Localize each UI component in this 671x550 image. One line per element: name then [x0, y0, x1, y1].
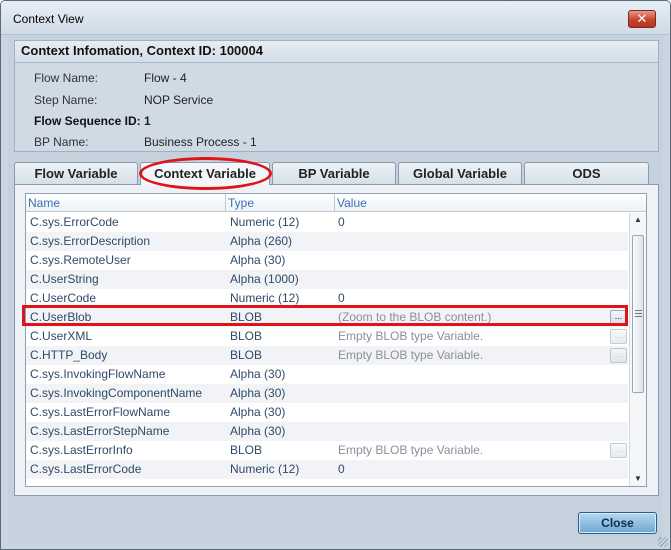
variable-tabs: Flow Variable Context Variable BP Variab…: [14, 162, 659, 185]
variable-value-cell: 0: [338, 215, 345, 229]
table-row[interactable]: C.UserXML BLOB Empty BLOB type Variable...…: [26, 327, 628, 346]
variable-type-cell: Alpha (30): [230, 367, 286, 381]
scrollbar-thumb[interactable]: [632, 235, 644, 393]
variable-value-cell: 0: [338, 462, 345, 476]
scroll-down-icon[interactable]: ▼: [630, 472, 646, 486]
variable-type-cell: Numeric (12): [230, 462, 300, 476]
variable-table: Name Type Value C.sys.ErrorCode Numeric (…: [25, 193, 647, 487]
variable-type-cell: BLOB: [230, 348, 263, 362]
tab-context-variable[interactable]: Context Variable: [140, 162, 270, 185]
variable-value-cell: 0: [338, 291, 345, 305]
tab-content-panel: Name Type Value C.sys.ErrorCode Numeric (…: [14, 184, 659, 496]
tab-bp-variable[interactable]: BP Variable: [272, 162, 396, 184]
column-header-type[interactable]: Type: [226, 194, 335, 212]
step-name-value: NOP Service: [144, 93, 214, 107]
variable-type-cell: BLOB: [230, 310, 263, 324]
variable-name-cell: C.sys.ErrorCode: [30, 215, 119, 229]
variable-name-cell: C.UserString: [30, 272, 99, 286]
variable-name-cell: C.UserXML: [30, 329, 93, 343]
tab-ods[interactable]: ODS: [524, 162, 649, 184]
context-view-window: Context View ✕ Context Infomation, Conte…: [0, 0, 671, 550]
variable-name-cell: C.sys.RemoteUser: [30, 253, 131, 267]
table-row[interactable]: C.sys.InvokingFlowName Alpha (30): [26, 365, 628, 384]
window-title: Context View: [13, 12, 84, 26]
variable-type-cell: Alpha (30): [230, 253, 286, 267]
variable-value-cell: Empty BLOB type Variable.: [338, 443, 484, 457]
flow-name-value: Flow - 4: [144, 71, 187, 85]
table-header: Name Type Value: [26, 194, 646, 212]
table-row[interactable]: C.HTTP_Body BLOB Empty BLOB type Variable.…: [26, 346, 628, 365]
variable-value-cell: (Zoom to the BLOB content.): [338, 310, 492, 324]
table-row[interactable]: C.UserBlob BLOB (Zoom to the BLOB content.…: [26, 308, 628, 327]
variable-name-cell: C.sys.LastErrorInfo: [30, 443, 133, 457]
context-info-panel: Context Infomation, Context ID: 100004 F…: [14, 40, 659, 152]
variable-name-cell: C.sys.LastErrorFlowName: [30, 405, 171, 419]
variable-type-cell: Alpha (30): [230, 386, 286, 400]
step-name-label: Step Name:: [34, 93, 98, 107]
variable-type-cell: Alpha (1000): [230, 272, 299, 286]
bp-name-label: BP Name:: [34, 135, 89, 149]
title-bar[interactable]: Context View ✕: [1, 1, 670, 35]
table-row[interactable]: C.sys.InvokingComponentName Alpha (30): [26, 384, 628, 403]
column-header-name[interactable]: Name: [26, 194, 226, 212]
variable-name-cell: C.sys.LastErrorCode: [30, 462, 142, 476]
table-rows: C.sys.ErrorCode Numeric (12) 0 C.sys.ErrorD…: [26, 213, 628, 479]
variable-type-cell: BLOB: [230, 329, 263, 343]
table-row[interactable]: C.sys.LastErrorFlowName Alpha (30): [26, 403, 628, 422]
variable-name-cell: C.sys.ErrorDescription: [30, 234, 151, 248]
variable-value-cell: Empty BLOB type Variable.: [338, 329, 484, 343]
grip-icon: [635, 310, 642, 317]
flow-sequence-value: 1: [144, 114, 151, 128]
variable-name-cell: C.HTTP_Body: [30, 348, 108, 362]
variable-type-cell: Numeric (12): [230, 291, 300, 305]
tab-global-variable[interactable]: Global Variable: [398, 162, 522, 184]
variable-type-cell: Alpha (30): [230, 405, 286, 419]
context-info-header: Context Infomation, Context ID: 100004: [15, 41, 658, 63]
table-row[interactable]: C.sys.LastErrorInfo BLOB Empty BLOB type V…: [26, 441, 628, 460]
resize-grip-icon[interactable]: [658, 537, 668, 547]
zoom-blob-button[interactable]: ...: [610, 348, 627, 363]
table-row[interactable]: C.sys.ErrorDescription Alpha (260): [26, 232, 628, 251]
variable-type-cell: BLOB: [230, 443, 263, 457]
variable-type-cell: Alpha (260): [230, 234, 293, 248]
zoom-blob-button[interactable]: ...: [610, 443, 627, 458]
variable-name-cell: C.sys.LastErrorStepName: [30, 424, 170, 438]
close-button[interactable]: Close: [578, 512, 657, 534]
tab-flow-variable[interactable]: Flow Variable: [14, 162, 138, 184]
variable-value-cell: Empty BLOB type Variable.: [338, 348, 484, 362]
table-row[interactable]: C.sys.RemoteUser Alpha (30): [26, 251, 628, 270]
table-row[interactable]: C.sys.LastErrorCode Numeric (12) 0: [26, 460, 628, 479]
variable-type-cell: Numeric (12): [230, 215, 300, 229]
table-row[interactable]: C.UserCode Numeric (12) 0: [26, 289, 628, 308]
variable-name-cell: C.UserBlob: [30, 310, 92, 324]
variable-name-cell: C.UserCode: [30, 291, 97, 305]
flow-name-label: Flow Name:: [34, 71, 99, 85]
table-row[interactable]: C.UserString Alpha (1000): [26, 270, 628, 289]
flow-sequence-label: Flow Sequence ID:: [34, 114, 141, 128]
close-icon[interactable]: ✕: [628, 10, 656, 28]
column-header-value[interactable]: Value: [335, 194, 646, 212]
zoom-blob-button[interactable]: ...: [610, 310, 627, 325]
table-row[interactable]: C.sys.LastErrorStepName Alpha (30): [26, 422, 628, 441]
variable-name-cell: C.sys.InvokingFlowName: [30, 367, 166, 381]
dialog-client: Context Infomation, Context ID: 100004 F…: [8, 36, 663, 544]
variable-type-cell: Alpha (30): [230, 424, 286, 438]
scroll-up-icon[interactable]: ▲: [630, 213, 646, 227]
table-row[interactable]: C.sys.ErrorCode Numeric (12) 0: [26, 213, 628, 232]
vertical-scrollbar[interactable]: ▲ ▼: [629, 213, 646, 486]
variable-name-cell: C.sys.InvokingComponentName: [30, 386, 203, 400]
zoom-blob-button[interactable]: ...: [610, 329, 627, 344]
bp-name-value: Business Process - 1: [144, 135, 257, 149]
